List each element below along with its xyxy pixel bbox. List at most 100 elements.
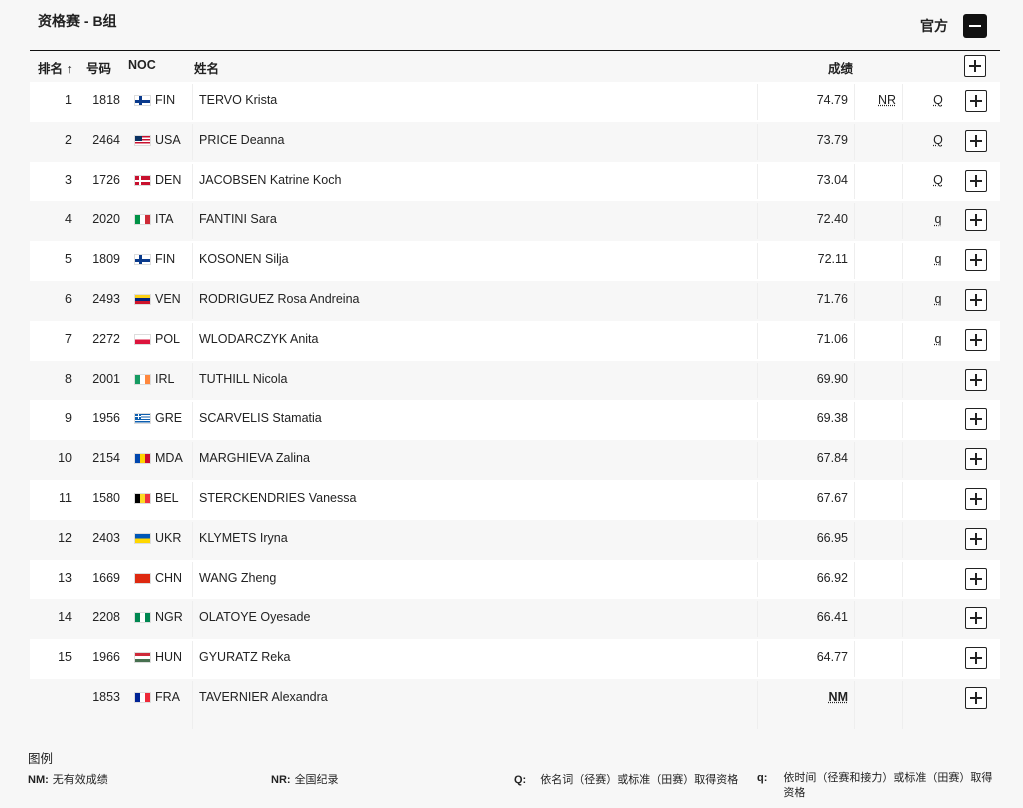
athlete-name: FANTINI Sara <box>199 212 277 227</box>
expand-row-button[interactable] <box>965 249 987 272</box>
expand-row-button[interactable] <box>965 368 987 391</box>
bib-cell: 2154 <box>92 451 120 466</box>
column-divider <box>902 282 903 319</box>
ita-flag-icon <box>134 214 151 226</box>
mark-cell: 69.90 <box>816 371 848 386</box>
column-divider <box>192 521 193 558</box>
table-row: 4 2020 ITA FANTINI Sara 72.40 q <box>30 201 1000 242</box>
column-divider <box>854 561 855 598</box>
column-divider <box>757 521 758 558</box>
bel-flag-icon <box>134 492 151 504</box>
mark-cell: 71.06 <box>816 331 848 346</box>
column-divider <box>854 402 855 439</box>
mark-cell: 71.76 <box>816 291 848 306</box>
column-divider <box>854 442 855 478</box>
column-divider <box>902 322 903 359</box>
rank-cell: 3 <box>65 172 72 187</box>
expand-row-button[interactable] <box>965 647 987 670</box>
noc-cell: VEN <box>155 291 181 306</box>
noc-cell: DEN <box>155 172 182 187</box>
expand-row-button[interactable] <box>965 90 987 112</box>
results-table: 1 1818 FIN TERVO Krista 74.79 NR Q 2 2464 USA PRIC… <box>30 82 1000 731</box>
expand-row-button[interactable] <box>965 408 987 431</box>
expand-row-button[interactable] <box>965 288 987 311</box>
mark-cell: 72.40 <box>816 212 848 227</box>
column-divider <box>192 322 193 359</box>
header-divider <box>30 50 1000 51</box>
column-divider <box>192 84 193 120</box>
table-row: 9 1956 GRE SCARVELIS Stamatia 69.38 <box>30 400 1000 441</box>
athlete-name: KLYMETS Iryna <box>199 530 288 545</box>
bib-cell: 1726 <box>92 172 120 187</box>
mark-cell: 66.92 <box>816 570 848 585</box>
athlete-name: KOSONEN Silja <box>199 252 289 267</box>
bib-cell: 2464 <box>92 132 120 147</box>
collapse-button[interactable] <box>963 14 987 38</box>
column-divider <box>192 243 193 279</box>
noc-cell: BEL <box>155 490 179 505</box>
table-row: 11 1580 BEL STERCKENDRIES Vanessa 67.67 <box>30 479 1000 520</box>
legend-text: 全国纪录 <box>294 774 339 786</box>
legend-text: 依时间（径赛和接力）或标准（田赛）取得资格 <box>783 772 993 799</box>
noc-cell: POL <box>155 331 181 346</box>
rank-cell: 7 <box>65 331 72 346</box>
legend-code: NR: <box>271 774 291 786</box>
column-divider <box>854 163 855 200</box>
expand-row-button[interactable] <box>965 607 987 630</box>
usa-flag-icon <box>134 134 151 146</box>
mda-flag-icon <box>134 453 151 465</box>
rank-cell: 9 <box>65 411 72 426</box>
expand-all-button[interactable] <box>964 55 986 77</box>
expand-row-button[interactable] <box>965 129 987 152</box>
expand-row-button[interactable] <box>965 209 987 232</box>
fra-flag-icon <box>134 691 151 703</box>
column-divider <box>757 561 758 598</box>
bib-cell: 1580 <box>92 490 120 505</box>
bib-cell: 1809 <box>92 252 120 267</box>
ngr-flag-icon <box>134 612 151 624</box>
noc-cell: CHN <box>155 570 183 585</box>
column-divider <box>192 481 193 518</box>
athlete-name: GYURATZ Reka <box>199 650 291 665</box>
table-row: 15 1966 HUN GYURATZ Reka 64.77 <box>30 639 1000 679</box>
athlete-name: WANG Zheng <box>199 570 277 585</box>
athlete-name: TUTHILL Nicola <box>199 371 288 386</box>
column-rank[interactable]: 排名 ↑ <box>38 58 73 77</box>
athlete-name: OLATOYE Oyesade <box>199 610 311 625</box>
column-mark: 成绩 <box>828 62 854 76</box>
rank-cell: 13 <box>58 570 72 585</box>
column-divider <box>757 402 758 439</box>
bib-cell: 1966 <box>92 650 120 665</box>
expand-row-button[interactable] <box>965 448 987 471</box>
mark-cell: NM <box>828 689 848 704</box>
column-divider <box>854 322 855 359</box>
noc-cell: MDA <box>155 451 183 466</box>
table-row: 1 1818 FIN TERVO Krista 74.79 NR Q <box>30 82 1000 122</box>
column-divider <box>902 243 903 279</box>
pol-flag-icon <box>134 333 151 345</box>
column-divider <box>192 442 193 478</box>
column-divider <box>854 243 855 279</box>
column-divider <box>902 481 903 518</box>
column-divider <box>902 123 903 160</box>
expand-row-button[interactable] <box>965 487 987 510</box>
expand-row-button[interactable] <box>965 567 987 590</box>
column-divider <box>192 203 193 240</box>
rank-cell: 4 <box>65 212 72 227</box>
noc-cell: USA <box>155 132 181 147</box>
bib-cell: 2208 <box>92 610 120 625</box>
mark-cell: 72.11 <box>817 252 848 267</box>
column-divider <box>902 84 903 120</box>
table-row: 10 2154 MDA MARGHIEVA Zalina 67.84 <box>30 440 1000 480</box>
column-divider <box>902 680 903 729</box>
expand-row-button[interactable] <box>965 328 987 351</box>
column-divider <box>757 243 758 279</box>
mark-cell: 67.84 <box>816 451 848 466</box>
expand-row-button[interactable] <box>965 527 987 550</box>
column-divider <box>757 84 758 120</box>
bib-cell: 2272 <box>92 331 120 346</box>
column-divider <box>757 123 758 160</box>
column-divider <box>192 641 193 677</box>
expand-row-button[interactable] <box>965 686 987 709</box>
expand-row-button[interactable] <box>965 169 987 192</box>
